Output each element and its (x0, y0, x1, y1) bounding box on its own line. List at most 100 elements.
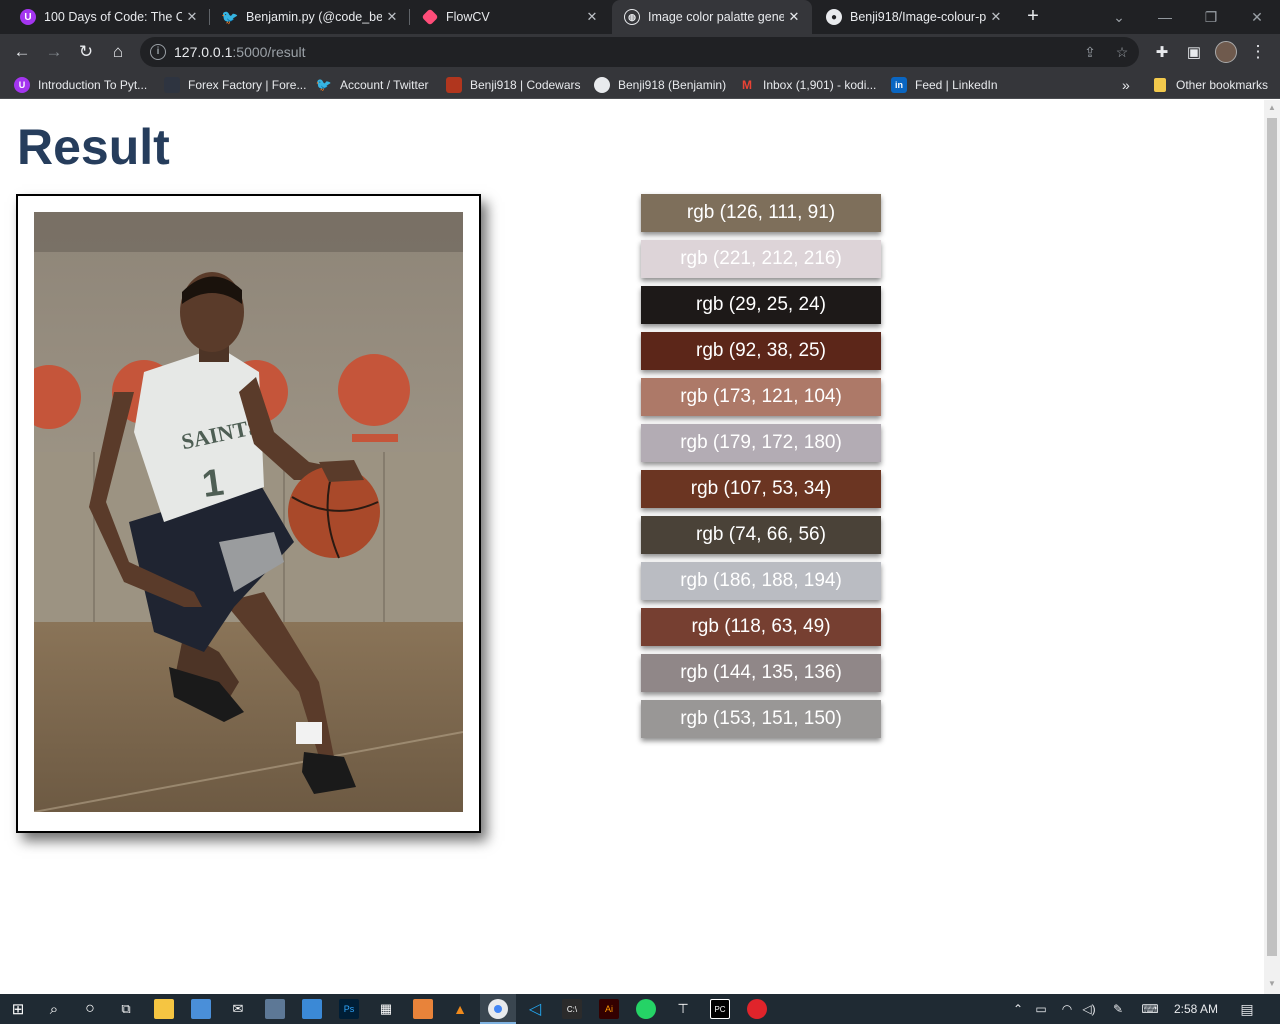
tab-flowcv[interactable]: FlowCV ✕ (410, 0, 610, 34)
other-bookmarks-label: Other bookmarks (1176, 78, 1269, 92)
color-swatch: rgb (29, 25, 24) (641, 286, 881, 324)
whatsapp-icon[interactable] (636, 999, 656, 1019)
menu-icon[interactable]: ⋮ (1244, 38, 1272, 66)
globe-icon: ◍ (624, 9, 640, 25)
bookmark-item[interactable]: 🐦 Account / Twitter (315, 75, 429, 95)
close-icon[interactable]: ✕ (182, 9, 202, 25)
linkedin-icon: in (891, 77, 907, 93)
terminal-icon[interactable]: C:\ (562, 999, 582, 1019)
keyboard-icon[interactable]: ⌨ (1138, 999, 1162, 1019)
page-scrollbar[interactable]: ▲ ▼ (1264, 100, 1280, 994)
home-icon[interactable]: ⌂ (104, 38, 132, 66)
reload-icon[interactable]: ↻ (72, 38, 100, 66)
address-bar[interactable]: i 127.0.0.1:5000/result ⇪ ☆ (140, 37, 1139, 67)
back-icon[interactable]: ← (8, 38, 36, 66)
restore-button[interactable]: ❐ (1188, 0, 1234, 34)
scroll-up-icon[interactable]: ▲ (1268, 104, 1276, 112)
tab-udemy[interactable]: U 100 Days of Code: The Co ✕ (8, 0, 210, 34)
battery-icon[interactable]: ▭ (1032, 999, 1050, 1019)
calculator-icon[interactable]: ▦ (376, 999, 396, 1019)
other-bookmarks[interactable]: Other bookmarks (1154, 75, 1268, 95)
tab-twitter[interactable]: 🐦 Benjamin.py (@code_benj ✕ (210, 0, 410, 34)
volume-icon[interactable]: ◁) (1080, 999, 1098, 1019)
color-swatch: rgb (179, 172, 180) (641, 424, 881, 462)
codewars-icon (446, 77, 462, 93)
side-panel-icon[interactable]: ▣ (1180, 38, 1208, 66)
tab-title: Benjamin.py (@code_benj (246, 10, 382, 24)
task-view-icon[interactable]: ⧉ (116, 999, 136, 1019)
color-swatch: rgb (221, 212, 216) (641, 240, 881, 278)
photoshop-icon[interactable]: Ps (339, 999, 359, 1019)
bookmark-label: Benji918 (Benjamin) (618, 78, 727, 92)
close-icon[interactable]: ✕ (784, 9, 804, 25)
color-swatch: rgb (153, 151, 150) (641, 700, 881, 738)
color-swatch: rgb (186, 188, 194) (641, 562, 881, 600)
bookmark-item[interactable]: Forex Factory | Fore... (164, 75, 306, 95)
color-swatch: rgb (118, 63, 49) (641, 608, 881, 646)
app-icon[interactable] (413, 999, 433, 1019)
share-icon[interactable]: ⇪ (1080, 42, 1100, 62)
bookmark-item[interactable]: Benji918 | Codewars (446, 75, 581, 95)
color-swatch: rgb (92, 38, 25) (641, 332, 881, 370)
github-icon (594, 77, 610, 93)
photos-icon[interactable] (265, 999, 285, 1019)
mail-icon[interactable]: ✉ (228, 999, 248, 1019)
uploaded-photo: SAINTS 1 (34, 212, 463, 812)
bookmark-label: Account / Twitter (340, 78, 429, 92)
app-icon[interactable] (302, 999, 322, 1019)
photo-frame: SAINTS 1 (16, 194, 481, 833)
vlc-icon[interactable]: ▲ (450, 999, 470, 1019)
bookmark-label: Inbox (1,901) - kodi... (763, 78, 877, 92)
tab-strip: U 100 Days of Code: The Co ✕ 🐦 Benjamin.… (0, 0, 1280, 34)
windows-start-icon[interactable]: ⊞ (8, 999, 28, 1019)
close-icon[interactable]: ✕ (986, 9, 1006, 25)
color-swatch: rgb (74, 66, 56) (641, 516, 881, 554)
flowcv-icon (421, 8, 439, 26)
bookmark-label: Feed | LinkedIn (915, 78, 998, 92)
close-icon[interactable]: ✕ (582, 9, 602, 25)
forward-icon[interactable]: → (40, 38, 68, 66)
star-icon[interactable]: ☆ (1112, 42, 1132, 62)
profile-avatar[interactable] (1212, 38, 1240, 66)
minimize-button[interactable]: — (1142, 0, 1188, 34)
bookmarks-overflow-button[interactable]: » (1122, 75, 1130, 95)
extensions-icon[interactable]: ✚ (1148, 38, 1176, 66)
store-icon[interactable] (191, 999, 211, 1019)
tab-search-icon[interactable]: ⌄ (1096, 0, 1142, 34)
pen-icon[interactable]: ✎ (1108, 999, 1128, 1019)
bookmark-item[interactable]: Benji918 (Benjamin) (594, 75, 726, 95)
close-icon[interactable]: ✕ (382, 9, 402, 25)
opera-icon[interactable] (747, 999, 767, 1019)
color-swatch: rgb (144, 135, 136) (641, 654, 881, 692)
notifications-icon[interactable]: ▤ (1236, 999, 1258, 1019)
bookmark-item[interactable]: U Introduction To Pyt... (14, 75, 147, 95)
scroll-thumb[interactable] (1267, 118, 1277, 956)
site-info-icon[interactable]: i (150, 44, 166, 60)
close-window-button[interactable]: ✕ (1234, 0, 1280, 34)
search-icon[interactable]: ⌕ (44, 999, 64, 1019)
illustrator-icon[interactable]: Ai (599, 999, 619, 1019)
cortana-icon[interactable]: ○ (80, 999, 100, 1019)
vscode-icon[interactable]: ◁ (525, 999, 545, 1019)
new-tab-button[interactable]: + (1021, 5, 1045, 29)
browser-toolbar: ← → ↻ ⌂ i 127.0.0.1:5000/result ⇪ ☆ ✚ ▣ … (0, 34, 1280, 70)
app-icon[interactable]: ⊤ (673, 999, 693, 1019)
tray-overflow-icon[interactable]: ⌃ (1010, 999, 1026, 1019)
clock[interactable]: 2:58 AM (1168, 999, 1224, 1019)
bookmark-label: Forex Factory | Fore... (188, 78, 307, 92)
pycharm-icon[interactable]: PC (710, 999, 730, 1019)
file-explorer-icon[interactable] (154, 999, 174, 1019)
bookmark-item[interactable]: M Inbox (1,901) - kodi... (739, 75, 876, 95)
gmail-icon: M (742, 78, 752, 92)
tab-github[interactable]: ● Benji918/Image-colour-p ✕ (814, 0, 1014, 34)
scroll-down-icon[interactable]: ▼ (1268, 980, 1276, 988)
twitter-icon: 🐦 (221, 8, 239, 25)
url-text[interactable]: 127.0.0.1:5000/result (174, 44, 306, 60)
folder-icon (1154, 78, 1166, 92)
bookmark-item[interactable]: in Feed | LinkedIn (891, 75, 998, 95)
chrome-icon[interactable] (488, 999, 508, 1019)
twitter-icon: 🐦 (315, 77, 333, 92)
page-content: Result SAINTS 1 rgb (126, 111, 91) rgb (… (0, 100, 1264, 994)
tab-image-palette[interactable]: ◍ Image color palatte gener ✕ (612, 0, 812, 34)
wifi-icon[interactable]: ◠ (1058, 999, 1076, 1019)
